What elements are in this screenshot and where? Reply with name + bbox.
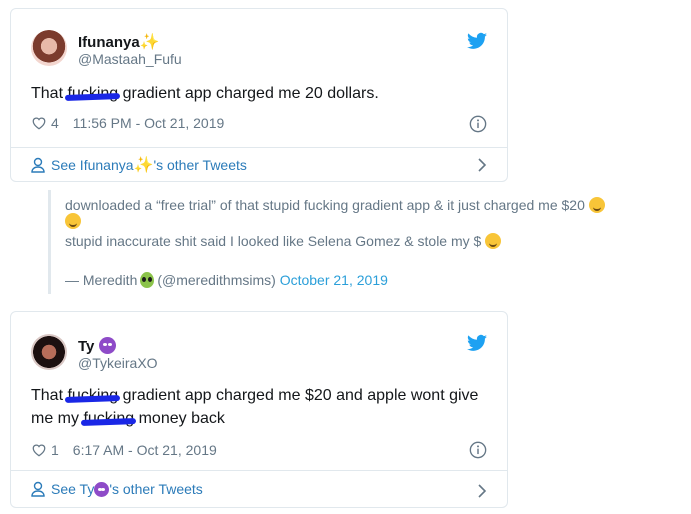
chevron-right-icon[interactable] (477, 158, 487, 172)
author-name[interactable]: Ifunanya✨ (78, 32, 160, 52)
timestamp-link[interactable]: 11:56 PM - Oct 21, 2019 (73, 115, 225, 131)
twitter-bird-icon[interactable] (467, 334, 487, 352)
divider (11, 470, 507, 471)
sparkles-icon: ✨ (133, 157, 154, 174)
tweet-text: That fucking gradient app charged me $20… (31, 384, 487, 430)
heart-icon[interactable] (31, 116, 47, 130)
timestamp-link[interactable]: 6:17 AM - Oct 21, 2019 (73, 442, 217, 458)
user-icon (31, 481, 45, 497)
info-icon[interactable] (469, 115, 487, 133)
tweet-card-ifunanya[interactable]: Ifunanya✨ @Mastaah_Fufu That fucking gra… (10, 8, 508, 182)
like-count[interactable]: 4 (51, 115, 59, 131)
see-other-tweets-link[interactable]: See Ifunanya ✨'s other Tweets (31, 155, 247, 175)
tweet-meta: 1 6:17 AM - Oct 21, 2019 (31, 442, 217, 458)
flushed-face-icon (485, 233, 502, 249)
quote-attribution: — Meredith (@meredithmsims) October 21, 2… (65, 272, 388, 288)
quote-line-2: stupid inaccurate shit said I looked lik… (65, 233, 502, 249)
tweet-text: That fucking gradient app charged me 20 … (31, 85, 379, 102)
heart-icon[interactable] (31, 443, 47, 457)
avatar[interactable] (31, 30, 67, 66)
redacted-word: fucking (67, 387, 119, 404)
like-count[interactable]: 1 (51, 442, 59, 458)
upside-down-face-icon (588, 197, 605, 213)
info-icon[interactable] (469, 441, 487, 459)
quoted-tweet: downloaded a “free trial” of that stupid… (48, 190, 648, 294)
see-other-tweets-link[interactable]: See Ty's other Tweets (31, 481, 203, 497)
alien-icon (140, 272, 155, 288)
user-icon (31, 157, 45, 173)
tweet-card-ty[interactable]: Ty @TykeiraXO That fucking gradient app … (10, 311, 508, 508)
quote-line-1: downloaded a “free trial” of that stupid… (65, 197, 605, 213)
upside-down-face-icon (65, 213, 81, 229)
chevron-right-icon[interactable] (477, 484, 487, 498)
divider (11, 147, 507, 148)
smiling-devil-icon (98, 337, 116, 354)
tweet-text-line-1: That fucking gradient app charged me $20… (31, 387, 479, 404)
redacted-word: fucking (67, 85, 119, 102)
redacted-word: fucking (83, 410, 135, 427)
quote-line-1-wrap (65, 213, 81, 229)
avatar[interactable] (31, 334, 67, 370)
twitter-bird-icon[interactable] (467, 32, 487, 50)
tweet-text-line-2: me my fucking money back (31, 410, 225, 427)
quote-date-link[interactable]: October 21, 2019 (280, 272, 388, 288)
sparkles-icon: ✨ (139, 34, 160, 51)
author-handle[interactable]: @Mastaah_Fufu (78, 51, 182, 67)
author-name[interactable]: Ty (78, 337, 116, 355)
smiling-devil-icon (94, 481, 110, 497)
tweet-meta: 4 11:56 PM - Oct 21, 2019 (31, 115, 224, 131)
author-handle[interactable]: @TykeiraXO (78, 355, 158, 371)
